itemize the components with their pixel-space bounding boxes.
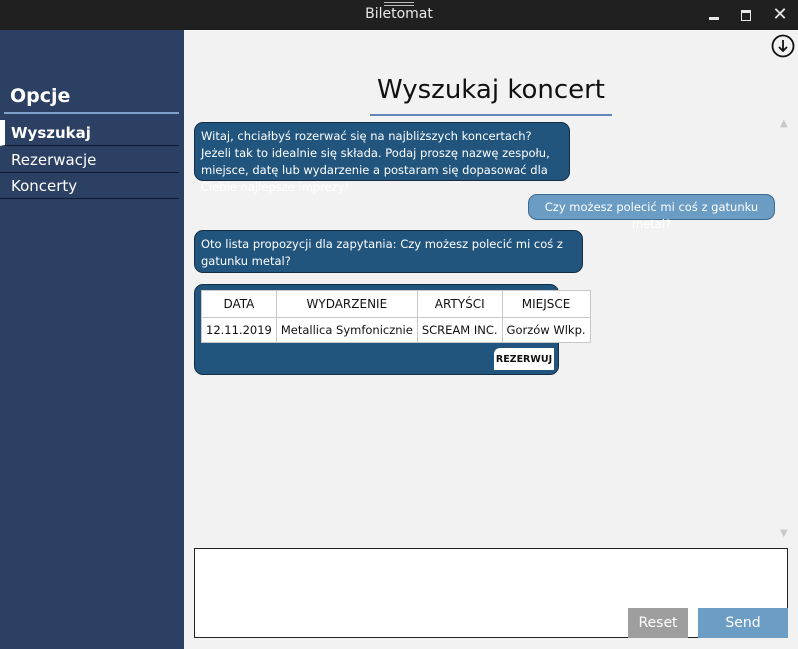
- reset-button[interactable]: Reset: [628, 608, 688, 638]
- title-bar: Biletomat ✕: [0, 0, 798, 30]
- column-header-artists: ARTYŚCI: [416, 290, 503, 318]
- cell-place: Gorzów Wlkp.: [501, 317, 591, 343]
- minimize-icon: [709, 17, 719, 20]
- maximize-button[interactable]: [729, 0, 763, 30]
- column-header-date: DATA: [201, 290, 277, 318]
- cell-artists: SCREAM INC.: [416, 317, 503, 343]
- bot-message: Witaj, chciałbyś rozerwać się na najbliż…: [194, 122, 570, 194]
- sidebar-item-rezerwacje[interactable]: Rezerwacje: [0, 147, 179, 173]
- send-button[interactable]: Send: [698, 608, 788, 638]
- user-message: Czy możesz polecić mi coś z gatunku meta…: [528, 194, 775, 231]
- column-header-place: MIEJSCE: [501, 290, 591, 318]
- scroll-up-icon[interactable]: ▲: [780, 118, 788, 129]
- sidebar-item-koncerty[interactable]: Koncerty: [0, 173, 179, 199]
- table-header-row: DATA WYDARZENIE ARTYŚCI MIEJSCE: [201, 290, 591, 318]
- sidebar-item-wyszukaj[interactable]: Wyszukaj: [0, 120, 179, 146]
- table-row[interactable]: 12.11.2019 Metallica Symfonicznie SCREAM…: [201, 317, 591, 343]
- cell-date: 12.11.2019: [201, 317, 277, 343]
- page-title-underline: [370, 114, 612, 116]
- sidebar-title-underline: [4, 112, 179, 114]
- maximize-icon: [741, 10, 751, 21]
- sidebar-title: Opcje: [10, 85, 71, 107]
- results-card: DATA WYDARZENIE ARTYŚCI MIEJSCE 12.11.20…: [194, 284, 591, 375]
- window-title: Biletomat: [365, 6, 433, 22]
- scroll-down-icon[interactable]: ▼: [780, 528, 788, 539]
- minimize-button[interactable]: [697, 0, 731, 30]
- download-icon[interactable]: [771, 34, 795, 58]
- sidebar: Opcje Wyszukaj Rezerwacje Koncerty: [0, 30, 184, 649]
- cell-event: Metallica Symfonicznie: [275, 317, 418, 343]
- results-table: DATA WYDARZENIE ARTYŚCI MIEJSCE 12.11.20…: [201, 290, 591, 343]
- bot-message: Oto lista propozycji dla zapytania: Czy …: [194, 230, 583, 273]
- close-button[interactable]: ✕: [763, 0, 797, 30]
- reserve-button[interactable]: REZERWUJ: [494, 348, 554, 370]
- column-header-event: WYDARZENIE: [275, 290, 418, 318]
- page-title: Wyszukaj koncert: [376, 75, 606, 105]
